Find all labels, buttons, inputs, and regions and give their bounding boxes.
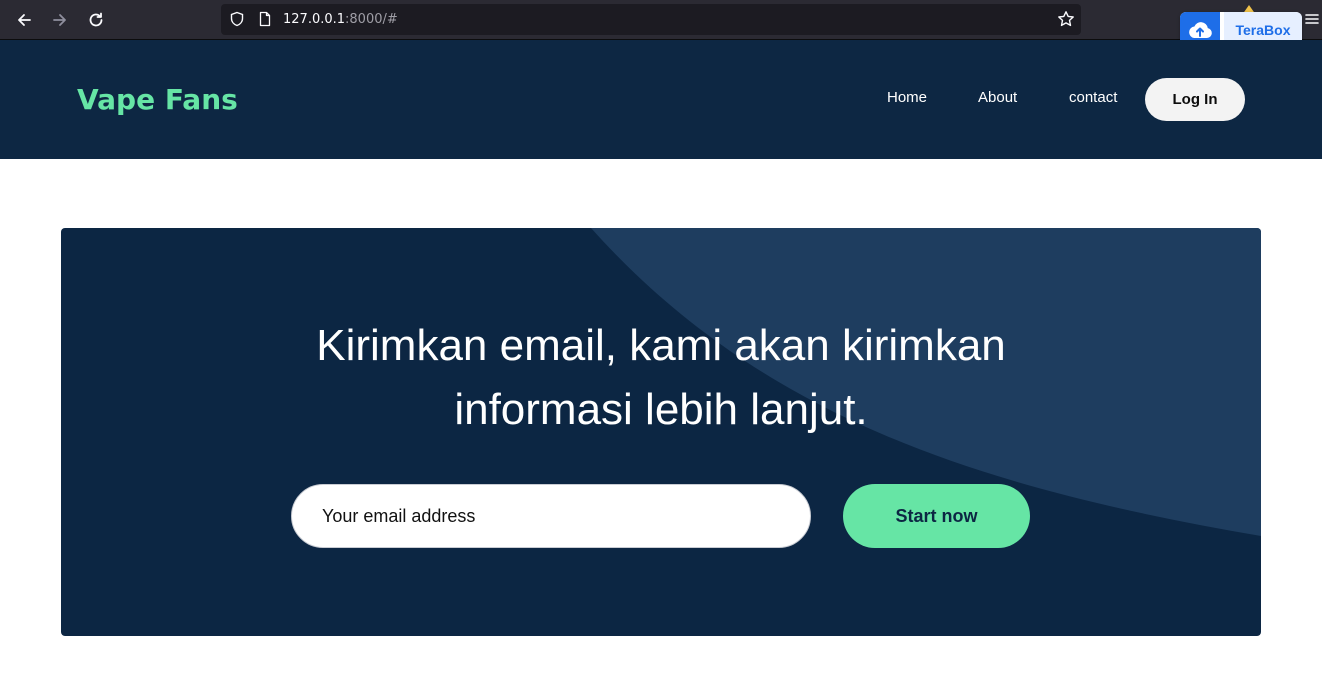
site-header: Vape Fans Home About contact Log In: [0, 40, 1322, 159]
newsletter-heading: Kirimkan email, kami akan kirimkan infor…: [61, 314, 1261, 442]
login-button[interactable]: Log In: [1145, 78, 1245, 121]
nav-contact[interactable]: contact: [1069, 88, 1117, 108]
start-now-button[interactable]: Start now: [843, 484, 1030, 548]
url-path: :8000/#: [345, 12, 398, 27]
url-host: 127.0.0.1: [283, 12, 346, 27]
address-bar[interactable]: 127.0.0.1:8000/#: [221, 4, 1081, 35]
shield-icon[interactable]: [229, 11, 245, 27]
nav-about[interactable]: About: [978, 88, 1017, 108]
newsletter-panel: Kirimkan email, kami akan kirimkan infor…: [61, 228, 1261, 636]
forward-icon[interactable]: [48, 8, 72, 32]
reload-icon[interactable]: [84, 8, 108, 32]
browser-toolbar: 127.0.0.1:8000/#: [0, 0, 1322, 40]
email-input[interactable]: [291, 484, 811, 548]
brand-logo[interactable]: Vape Fans: [77, 82, 238, 118]
menu-icon[interactable]: [1305, 12, 1319, 26]
page-icon: [259, 11, 271, 27]
back-icon[interactable]: [12, 8, 36, 32]
heading-line-1: Kirimkan email, kami akan kirimkan: [316, 321, 1006, 370]
bookmark-star-icon[interactable]: [1057, 10, 1075, 28]
heading-line-2: informasi lebih lanjut.: [454, 385, 868, 434]
url-text: 127.0.0.1:8000/#: [283, 12, 398, 27]
nav-home[interactable]: Home: [887, 88, 927, 108]
